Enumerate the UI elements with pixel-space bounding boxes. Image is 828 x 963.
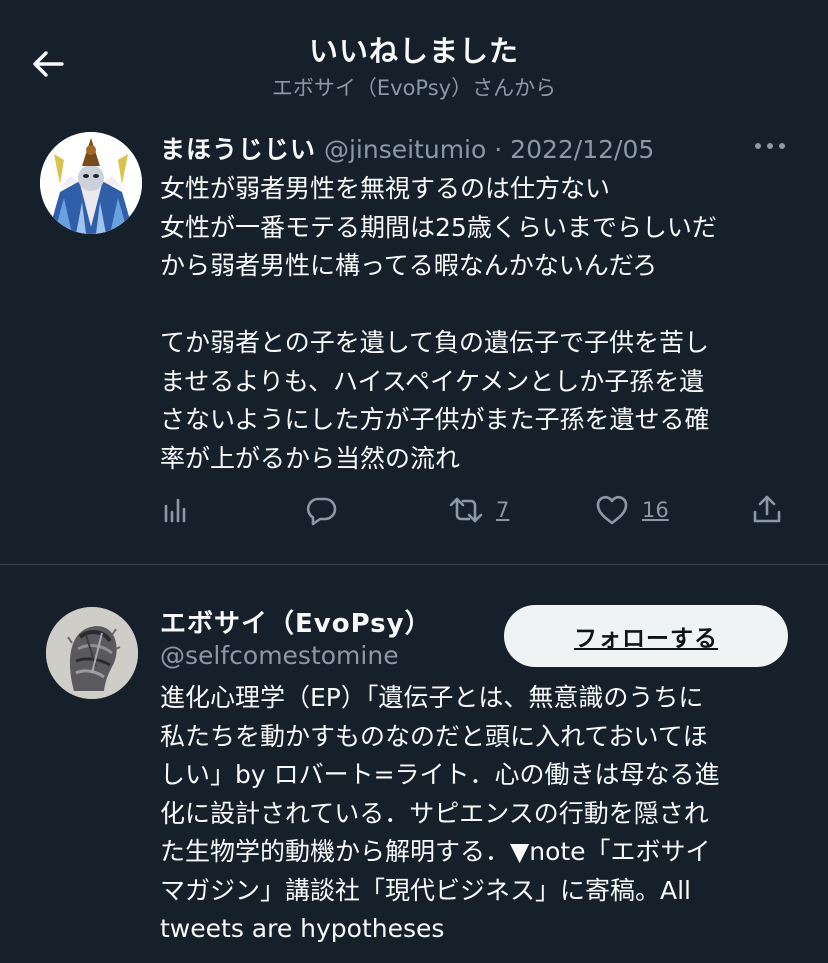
user-avatar[interactable] <box>46 607 138 699</box>
user-bio: 進化心理学（EP）「遺伝子とは、無意識のうちに 私たちを動かすものなのだと頭に入… <box>160 679 800 949</box>
tweet-line: 女性が弱者男性を無視するのは仕方ない <box>160 174 611 203</box>
page-subtitle: エボサイ（EvoPsy）さんから <box>271 76 557 100</box>
user-handle[interactable]: @selfcomestomine <box>160 641 399 670</box>
tweet-line: ませるよりも、ハイスペイケメンとしか子孫を遺 <box>160 366 705 396</box>
analytics-icon <box>164 498 186 523</box>
tweet-text: 女性が弱者男性を無視するのは仕方ない 女性が一番モテる期間は25歳くらいまでらし… <box>160 170 800 478</box>
heart-icon <box>596 495 628 525</box>
bio-line: tweets are hypotheses <box>160 914 445 943</box>
author-avatar[interactable] <box>40 132 142 234</box>
separator-dot: · <box>494 135 503 164</box>
bio-line: 私たちを動かすものなのだと頭に入れておいてほ <box>160 721 708 751</box>
top-bar: いいねしました エボサイ（EvoPsy）さんから <box>0 0 828 110</box>
page-title: いいねしました <box>308 34 519 68</box>
tweet-header: まほうじじい @jinseitumio · 2022/12/05 <box>160 130 800 166</box>
author-handle[interactable]: @jinseitumio <box>324 135 486 164</box>
views-button[interactable] <box>160 490 192 530</box>
retweet-button[interactable]: 7 <box>448 490 509 530</box>
bio-line: 化に設計されている．サピエンスの行動を隠され <box>160 798 709 828</box>
tweet-line: から弱者男性に構ってる暇なんかないんだろ <box>160 251 658 280</box>
like-count[interactable]: 16 <box>642 498 669 522</box>
more-button[interactable] <box>752 134 788 158</box>
like-button[interactable]: 16 <box>594 490 669 530</box>
tweet-date[interactable]: 2022/12/05 <box>510 135 654 164</box>
wizard-avatar-image <box>40 132 142 234</box>
reply-icon <box>306 497 337 526</box>
reply-button[interactable] <box>304 490 338 530</box>
tweet-line: 女性が一番モテる期間は25歳くらいまでらしいだ <box>160 212 717 242</box>
retweet-count[interactable]: 7 <box>496 498 509 522</box>
share-button[interactable] <box>750 490 784 530</box>
follow-button[interactable]: フォローする <box>504 605 788 667</box>
user-cell[interactable]: エボサイ（EvoPsy） @selfcomestomine フォローする 進化心… <box>0 565 828 963</box>
tweet[interactable]: まほうじじい @jinseitumio · 2022/12/05 女性が弱者男性… <box>0 118 828 564</box>
bio-line: マガジン」講談社「現代ビジネス」に寄稿。All <box>160 875 691 905</box>
retweet-icon <box>449 497 483 523</box>
share-icon <box>753 495 781 523</box>
tweet-line: さないようにした方が子供がまた子孫を遺せる確 <box>160 405 710 434</box>
bio-line: た生物学的動機から解明する．▼note「エボサイ <box>160 837 711 866</box>
tweet-actions: 7 16 <box>0 490 828 530</box>
user-name[interactable]: エボサイ（EvoPsy） <box>160 603 432 640</box>
head-avatar-image <box>46 607 138 699</box>
author-name[interactable]: まほうじじい <box>160 135 316 164</box>
more-dots-icon <box>755 143 785 149</box>
bio-line: しい」by ロバート=ライト．心の働きは母なる進 <box>160 760 720 789</box>
bio-line: 進化心理学（EP）「遺伝子とは、無意識のうちに <box>160 683 704 712</box>
tweet-line: 率が上がるから当然の流れ <box>160 443 461 473</box>
tweet-line: てか弱者との子を遺して負の遺伝子で子供を苦し <box>160 328 710 357</box>
